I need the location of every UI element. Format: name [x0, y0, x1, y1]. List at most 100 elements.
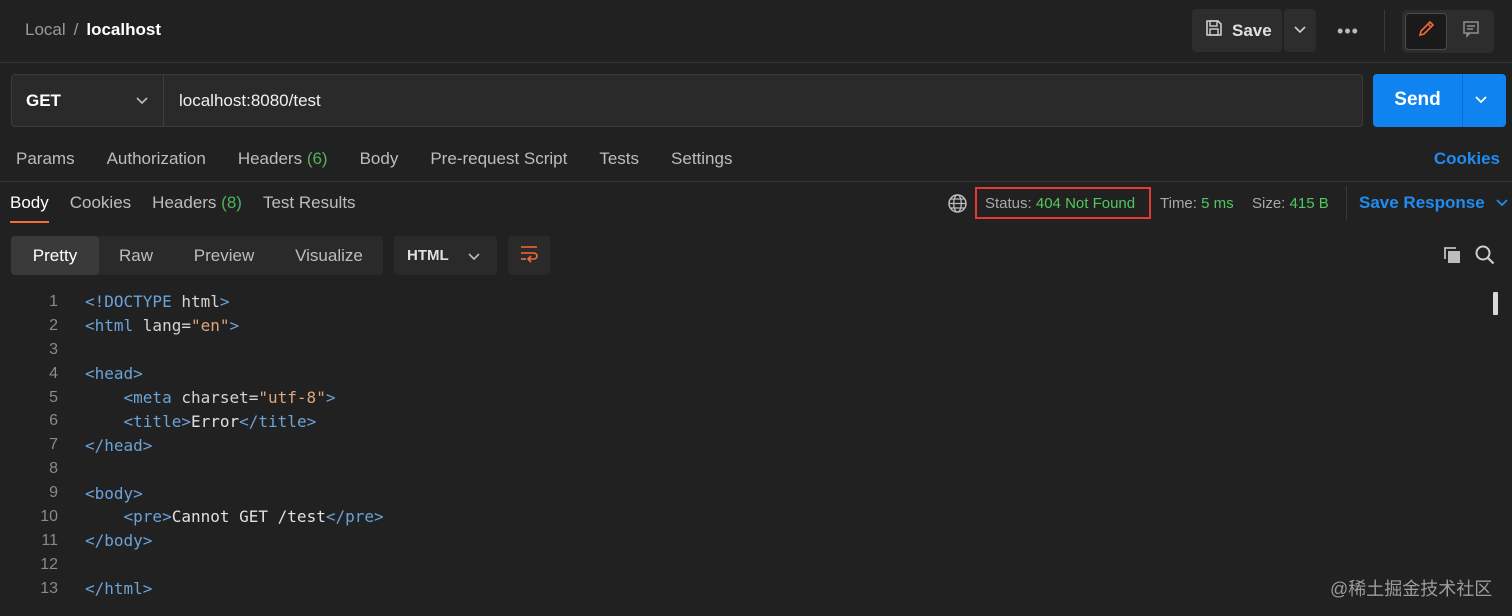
globe-icon[interactable] [947, 193, 968, 219]
method-value: GET [26, 90, 61, 110]
code-line: 6 <title>Error</title> [0, 409, 1490, 433]
tab-settings[interactable]: Settings [671, 149, 732, 169]
code-token: html [181, 292, 220, 312]
top-bar: Local / localhost Save ••• [0, 0, 1512, 63]
format-raw[interactable]: Raw [99, 236, 173, 275]
tab-headers[interactable]: Headers (6) [238, 149, 328, 169]
pencil-icon [1416, 19, 1436, 44]
editor-scrollbar-thumb[interactable] [1493, 292, 1498, 315]
format-pretty[interactable]: Pretty [11, 236, 99, 275]
save-button-label: Save [1232, 20, 1272, 40]
send-button[interactable]: Send [1373, 89, 1462, 111]
code-token: </pre> [325, 507, 384, 527]
code-token: </html> [85, 579, 153, 599]
code-text: </html> [58, 579, 152, 598]
line-number: 8 [49, 460, 58, 478]
response-tab-test-results[interactable]: Test Results [263, 193, 356, 213]
response-size[interactable]: Size: 415 B [1252, 195, 1329, 212]
breadcrumb-separator: / [73, 20, 79, 39]
search-icon[interactable] [1474, 244, 1496, 271]
code-text: <!DOCTYPE html> [58, 292, 230, 311]
code-token: > [229, 316, 240, 336]
tab-pre-request-script[interactable]: Pre-request Script [430, 149, 567, 169]
code-line: 7 </head> [0, 433, 1490, 457]
language-select[interactable]: HTML [394, 236, 497, 275]
more-actions-button[interactable]: ••• [1328, 18, 1368, 44]
divider [0, 181, 1512, 182]
code-token: <body> [85, 483, 143, 503]
tab-tests[interactable]: Tests [599, 149, 639, 169]
request-tabs: Params Authorization Headers (6) Body Pr… [16, 149, 764, 169]
response-tab-headers[interactable]: Headers (8) [152, 193, 242, 213]
response-tab-cookies[interactable]: Cookies [70, 193, 131, 213]
tab-params[interactable]: Params [16, 149, 75, 169]
code-token: Error [190, 411, 240, 431]
response-time[interactable]: Time: 5 ms [1160, 195, 1234, 212]
chevron-down-icon [135, 93, 149, 111]
code-line: 8 [0, 457, 1490, 481]
code-text: </head> [58, 436, 152, 455]
url-value: localhost:8080/test [179, 90, 321, 110]
code-line: 4 <head> [0, 362, 1490, 386]
code-token: > [325, 388, 336, 407]
code-text: <pre>Cannot GET /test</pre> [58, 507, 384, 526]
code-text: <html lang="en"> [58, 316, 239, 335]
response-body-editor[interactable]: 1 <!DOCTYPE html> 2 <html lang="en"> 3 4 <head… [0, 290, 1490, 601]
tab-authorization[interactable]: Authorization [107, 149, 206, 169]
code-token: "en" [190, 316, 230, 336]
edit-mode-button[interactable] [1405, 13, 1447, 50]
line-number: 6 [49, 412, 58, 430]
cookies-link[interactable]: Cookies [1434, 149, 1500, 169]
comment-icon [1461, 19, 1481, 44]
documentation-mode-button[interactable] [1451, 13, 1491, 50]
code-line: 11 </body> [0, 529, 1490, 553]
copy-icon[interactable] [1441, 244, 1463, 271]
code-text: <head> [58, 364, 143, 383]
save-button[interactable]: Save [1192, 9, 1282, 52]
status-label: Status: [985, 194, 1032, 212]
method-select[interactable]: GET [11, 74, 164, 127]
format-visualize[interactable]: Visualize [275, 236, 383, 275]
breadcrumb-current[interactable]: localhost [86, 20, 161, 40]
editor-scrollbar[interactable] [1490, 290, 1512, 616]
time-label: Time: [1160, 195, 1197, 212]
save-response-label: Save Response [1359, 193, 1485, 212]
chevron-down-icon [467, 249, 481, 266]
code-text: </body> [58, 531, 152, 550]
line-number: 10 [40, 507, 58, 525]
url-input[interactable]: localhost:8080/test [163, 74, 1363, 127]
tab-body[interactable]: Body [360, 149, 399, 169]
code-line: 9 <body> [0, 481, 1490, 505]
status-indicator[interactable]: Status: 404 Not Found [975, 187, 1151, 219]
code-token: <!DOCTYPE [85, 292, 182, 312]
save-response-button[interactable]: Save Response [1346, 186, 1509, 220]
view-mode-toggle [1402, 10, 1494, 53]
line-number: 13 [40, 579, 58, 597]
send-options-chevron-icon[interactable] [1474, 92, 1488, 110]
line-number: 9 [49, 484, 58, 502]
wrap-lines-icon [518, 243, 540, 268]
line-number: 5 [49, 388, 58, 406]
divider [1384, 10, 1385, 52]
breadcrumb-parent[interactable]: Local [25, 20, 66, 40]
format-preview[interactable]: Preview [173, 236, 275, 275]
save-options-button[interactable] [1284, 9, 1316, 52]
save-icon [1204, 18, 1224, 43]
code-line: 2 <html lang="en"> [0, 314, 1490, 338]
code-text: <title>Error</title> [58, 411, 317, 431]
response-tabs: Body Cookies Headers (8) Test Results [10, 193, 377, 223]
wrap-lines-button[interactable] [508, 236, 550, 275]
response-tab-body[interactable]: Body [10, 193, 49, 223]
code-text: <body> [58, 484, 143, 503]
line-number: 2 [49, 316, 58, 334]
code-text: <meta charset="utf-8"> [58, 388, 336, 407]
breadcrumb: Local / localhost [25, 20, 161, 40]
code-token: </body> [85, 531, 153, 551]
response-format-tabs: Pretty Raw Preview Visualize [11, 236, 383, 275]
tab-headers-label: Headers [237, 149, 303, 168]
tab-headers-count: (6) [306, 149, 328, 168]
code-token: <meta [123, 388, 182, 407]
chevron-down-icon [1293, 22, 1307, 40]
